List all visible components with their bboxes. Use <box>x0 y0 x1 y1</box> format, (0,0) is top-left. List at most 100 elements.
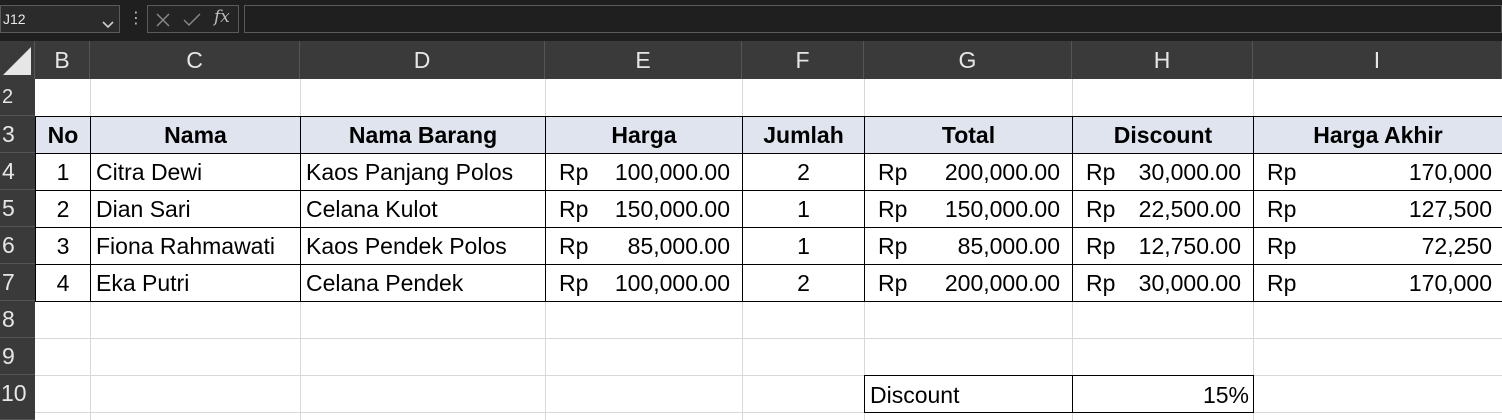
currency-label: Rp <box>878 270 908 296</box>
cell-harga[interactable]: Rp 85,000.00 <box>546 228 743 265</box>
cell-no[interactable]: 3 <box>35 228 91 265</box>
amount: 170,000 <box>1408 159 1492 185</box>
cancel-icon[interactable] <box>154 11 172 29</box>
select-all-triangle-icon <box>3 47 31 75</box>
column-header-e[interactable]: E <box>545 41 742 79</box>
cell-nama[interactable]: Eka Putri <box>91 265 301 302</box>
discount-rate-cell[interactable]: 15% <box>1073 375 1254 413</box>
cell-discount[interactable]: Rp 30,000.00 <box>1073 154 1254 191</box>
row-header-5[interactable]: 5 <box>0 190 35 227</box>
cell-nama[interactable]: Citra Dewi <box>91 154 301 191</box>
amount: 150,000.00 <box>614 196 730 222</box>
cell-harga-akhir[interactable]: Rp 72,250 <box>1254 228 1502 265</box>
row-header-4[interactable]: 4 <box>0 153 35 190</box>
amount: 30,000.00 <box>1138 159 1241 185</box>
currency-label: Rp <box>878 196 908 222</box>
currency-label: Rp <box>559 233 589 259</box>
cell-total[interactable]: Rp 200,000.00 <box>865 154 1073 191</box>
row-header-3[interactable]: 3 <box>0 116 35 153</box>
amount: 170,000 <box>1408 270 1492 296</box>
currency-label: Rp <box>1086 159 1116 185</box>
header-nama-barang[interactable]: Nama Barang <box>301 116 546 154</box>
amount: 85,000.00 <box>957 233 1060 259</box>
cell-jumlah[interactable]: 2 <box>743 265 865 302</box>
column-header-i[interactable]: I <box>1253 41 1502 79</box>
header-discount[interactable]: Discount <box>1073 116 1254 154</box>
cell-discount[interactable]: Rp 12,750.00 <box>1073 228 1254 265</box>
cell-nama-barang[interactable]: Kaos Pendek Polos <box>301 228 546 265</box>
column-header-b[interactable]: B <box>35 41 90 79</box>
header-jumlah[interactable]: Jumlah <box>743 116 865 154</box>
cell-total[interactable]: Rp 85,000.00 <box>865 228 1073 265</box>
cell-jumlah[interactable]: 1 <box>743 191 865 228</box>
cell-no[interactable]: 4 <box>35 265 91 302</box>
cell-discount[interactable]: Rp 22,500.00 <box>1073 191 1254 228</box>
cell-total[interactable]: Rp 150,000.00 <box>865 191 1073 228</box>
amount: 200,000.00 <box>944 270 1060 296</box>
amount: 30,000.00 <box>1138 270 1241 296</box>
more-options-icon[interactable]: ⋮ <box>128 8 144 28</box>
cell-jumlah[interactable]: 2 <box>743 154 865 191</box>
currency-label: Rp <box>878 159 908 185</box>
header-nama[interactable]: Nama <box>91 116 301 154</box>
name-box[interactable]: J12 <box>0 5 120 33</box>
formula-bar: J12 ⋮ fx <box>0 0 1502 41</box>
cell-harga-akhir[interactable]: Rp 170,000 <box>1254 265 1502 302</box>
currency-label: Rp <box>1267 159 1297 185</box>
cell-harga[interactable]: Rp 100,000.00 <box>546 265 743 302</box>
currency-label: Rp <box>1267 196 1297 222</box>
cell-harga[interactable]: Rp 100,000.00 <box>546 154 743 191</box>
column-header-g[interactable]: G <box>864 41 1072 79</box>
cell-nama[interactable]: Fiona Rahmawati <box>91 228 301 265</box>
cell-no[interactable]: 2 <box>35 191 91 228</box>
amount: 200,000.00 <box>944 159 1060 185</box>
cell-no[interactable]: 1 <box>35 154 91 191</box>
row-header-8[interactable]: 8 <box>0 301 35 338</box>
column-header-f[interactable]: F <box>742 41 864 79</box>
currency-label: Rp <box>559 270 589 296</box>
insert-function-button[interactable]: fx <box>214 7 230 27</box>
column-header-d[interactable]: D <box>300 41 545 79</box>
cell-harga[interactable]: Rp 150,000.00 <box>546 191 743 228</box>
row-header-2[interactable]: 2 <box>0 79 35 116</box>
cell-harga-akhir[interactable]: Rp 127,500 <box>1254 191 1502 228</box>
row-header-6[interactable]: 6 <box>0 227 35 264</box>
cell-total[interactable]: Rp 200,000.00 <box>865 265 1073 302</box>
amount: 100,000.00 <box>614 270 730 296</box>
header-harga[interactable]: Harga <box>546 116 743 154</box>
name-box-value: J12 <box>3 11 26 27</box>
amount: 72,250 <box>1421 233 1492 259</box>
formula-actions: fx <box>147 5 239 33</box>
cell-discount[interactable]: Rp 30,000.00 <box>1073 265 1254 302</box>
column-header-h[interactable]: H <box>1072 41 1253 79</box>
formula-input[interactable] <box>244 5 1502 33</box>
worksheet-grid[interactable]: B C D E F G H I 2 3 4 5 6 7 8 9 10 No Na… <box>0 41 1502 420</box>
amount: 85,000.00 <box>627 233 730 259</box>
discount-label-cell[interactable]: Discount <box>864 375 1073 413</box>
currency-label: Rp <box>559 196 589 222</box>
cell-nama-barang[interactable]: Celana Kulot <box>301 191 546 228</box>
header-total[interactable]: Total <box>865 116 1073 154</box>
column-header-c[interactable]: C <box>90 41 300 79</box>
chevron-down-icon[interactable] <box>99 16 117 34</box>
row-header-10[interactable]: 10 <box>0 375 35 420</box>
amount: 12,750.00 <box>1138 233 1241 259</box>
cell-nama-barang[interactable]: Celana Pendek <box>301 265 546 302</box>
enter-check-icon[interactable] <box>182 11 202 29</box>
cell-nama-barang[interactable]: Kaos Panjang Polos <box>301 154 546 191</box>
header-no[interactable]: No <box>35 116 91 154</box>
amount: 22,500.00 <box>1138 196 1241 222</box>
amount: 100,000.00 <box>614 159 730 185</box>
currency-label: Rp <box>1267 233 1297 259</box>
row-header-9[interactable]: 9 <box>0 338 35 375</box>
currency-label: Rp <box>1267 270 1297 296</box>
row-header-7[interactable]: 7 <box>0 264 35 301</box>
cell-jumlah[interactable]: 1 <box>743 228 865 265</box>
currency-label: Rp <box>878 233 908 259</box>
cell-harga-akhir[interactable]: Rp 170,000 <box>1254 154 1502 191</box>
select-all-corner[interactable] <box>0 41 35 79</box>
cell-nama[interactable]: Dian Sari <box>91 191 301 228</box>
currency-label: Rp <box>1086 196 1116 222</box>
header-harga-akhir[interactable]: Harga Akhir <box>1254 116 1502 154</box>
currency-label: Rp <box>559 159 589 185</box>
